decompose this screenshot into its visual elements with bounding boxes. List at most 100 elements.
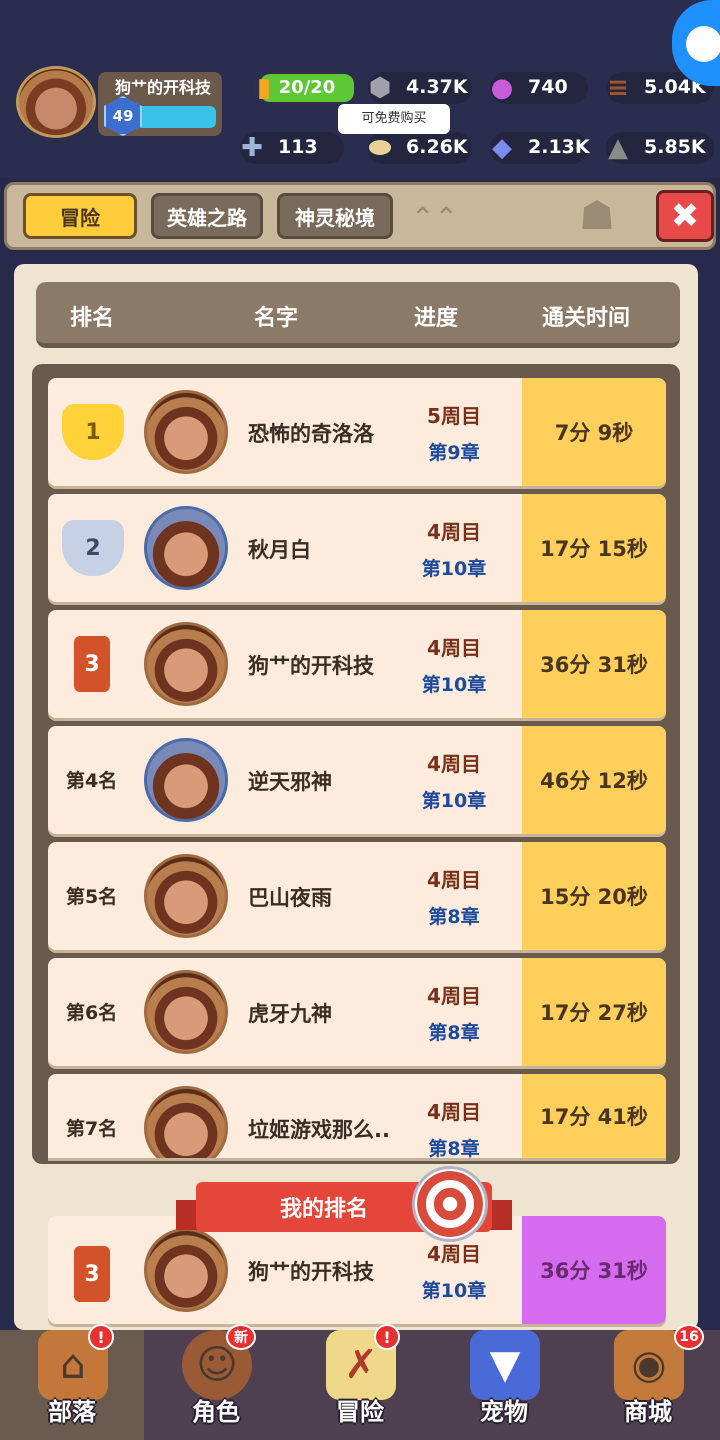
chapter: 第10章 bbox=[421, 1280, 487, 1302]
target-icon bbox=[412, 1166, 488, 1242]
decoration-skull-icon: ☗ bbox=[579, 193, 615, 239]
gem-value: 2.13K bbox=[528, 136, 590, 158]
orb-value: 740 bbox=[528, 76, 568, 98]
stone-value: 4.37K bbox=[406, 76, 468, 98]
player-name: 虎牙九神 bbox=[248, 1002, 332, 1026]
clear-time: 17分 15秒 bbox=[522, 494, 666, 602]
bronze-medal-icon: 3 bbox=[74, 636, 110, 692]
week-count: 4周目 bbox=[427, 636, 481, 660]
ore-resource[interactable]: ▲ 5.85K bbox=[606, 132, 714, 164]
week-count: 4周目 bbox=[427, 1100, 481, 1124]
week-count: 4周目 bbox=[427, 1242, 481, 1266]
week-count: 4周目 bbox=[427, 520, 481, 544]
header-clear-time: 通关时间 bbox=[542, 306, 631, 331]
avatar bbox=[144, 1228, 228, 1312]
gem-icon: ◆ bbox=[492, 133, 512, 163]
egg-value: 6.26K bbox=[406, 136, 468, 158]
nav-shop[interactable]: ◉ 16 商城 bbox=[576, 1324, 720, 1440]
rank-label: 第5名 bbox=[66, 886, 118, 908]
clear-time: 36分 31秒 bbox=[522, 610, 666, 718]
ore-value: 5.85K bbox=[644, 136, 706, 158]
tab-strip: 冒险 英雄之路 神灵秘境 ⌃⌃ ☗ bbox=[4, 182, 716, 250]
adventure-alert-badge: ! bbox=[374, 1324, 400, 1350]
bottom-nav: ⌂ ! 部落 ☺ 新 角色 ✗ ! 冒险 ▼ 宠物 ◉ 16 商城 bbox=[0, 1324, 720, 1440]
week-count: 4周目 bbox=[427, 752, 481, 776]
pet-wolf-icon: ▼ bbox=[470, 1330, 540, 1400]
chapter: 第10章 bbox=[421, 674, 487, 696]
tribe-alert-badge: ! bbox=[88, 1324, 114, 1350]
player-name: 狗艹的开科技 bbox=[248, 1260, 374, 1284]
player-name: 恐怖的奇洛洛 bbox=[248, 422, 374, 446]
decoration-bones-icon: ⌃⌃ bbox=[411, 201, 458, 234]
orb-resource[interactable]: ● 740 bbox=[490, 72, 588, 104]
table-row[interactable]: 第6名 虎牙九神 4周目 第8章 17分 27秒 bbox=[48, 958, 666, 1066]
shop-bag-icon: ◉ bbox=[614, 1330, 684, 1400]
week-count: 5周目 bbox=[427, 404, 481, 428]
shop-count-badge: 16 bbox=[674, 1324, 704, 1350]
player-name: 秋月白 bbox=[248, 538, 311, 562]
clear-time: 46分 12秒 bbox=[522, 726, 666, 834]
chapter: 第10章 bbox=[421, 558, 487, 580]
tab-spirit-realm[interactable]: 神灵秘境 bbox=[277, 193, 393, 239]
player-avatar[interactable] bbox=[16, 66, 96, 138]
tab-hero-road[interactable]: 英雄之路 bbox=[151, 193, 263, 239]
table-row[interactable]: 第7名 垃姬游戏那么.. 4周目 第8章 17分 41秒 bbox=[48, 1074, 666, 1158]
bone-value: 113 bbox=[278, 136, 318, 158]
player-name: 狗艹的开科技 bbox=[114, 78, 211, 97]
week-count: 4周目 bbox=[427, 868, 481, 892]
table-row[interactable]: 1 恐怖的奇洛洛 5周目 第9章 7分 9秒 bbox=[48, 378, 666, 486]
nav-role[interactable]: ☺ 新 角色 bbox=[144, 1324, 288, 1440]
avatar bbox=[144, 506, 228, 590]
nav-pet[interactable]: ▼ 宠物 bbox=[432, 1330, 576, 1440]
gem-resource[interactable]: ◆ 2.13K bbox=[490, 132, 590, 164]
clear-time: 17分 41秒 bbox=[522, 1074, 666, 1158]
avatar bbox=[144, 854, 228, 938]
close-button[interactable]: ✖ bbox=[656, 190, 714, 242]
nav-tribe[interactable]: ⌂ ! 部落 bbox=[0, 1324, 144, 1440]
table-row[interactable]: 3 狗艹的开科技 4周目 第10章 36分 31秒 bbox=[48, 610, 666, 718]
my-rank-row[interactable]: 3 狗艹的开科技 4周目 第10章 36分 31秒 bbox=[48, 1216, 666, 1324]
avatar bbox=[144, 1086, 228, 1158]
stone-icon: ⬢ bbox=[368, 73, 392, 103]
bone-icon: ✚ bbox=[241, 133, 263, 163]
nav-pet-label: 宠物 bbox=[480, 1398, 528, 1426]
energy-battery-icon: ▮ bbox=[256, 73, 272, 103]
toggle-icon bbox=[686, 26, 720, 62]
clear-time: 36分 31秒 bbox=[522, 1216, 666, 1324]
table-row[interactable]: 2 秋月白 4周目 第10章 17分 15秒 bbox=[48, 494, 666, 602]
player-name: 垃姬游戏那么.. bbox=[248, 1118, 390, 1142]
table-row[interactable]: 第4名 逆天邪神 4周目 第10章 46分 12秒 bbox=[48, 726, 666, 834]
player-name: 巴山夜雨 bbox=[248, 886, 332, 910]
chapter: 第8章 bbox=[428, 1022, 480, 1044]
egg-icon: ⬬ bbox=[368, 132, 392, 163]
nav-role-label: 角色 bbox=[192, 1398, 240, 1426]
avatar bbox=[144, 738, 228, 822]
table-row[interactable]: 第5名 巴山夜雨 4周目 第8章 15分 20秒 bbox=[48, 842, 666, 950]
role-new-badge: 新 bbox=[226, 1324, 256, 1350]
ore-icon: ▲ bbox=[608, 133, 628, 163]
nav-adventure[interactable]: ✗ ! 冒险 bbox=[288, 1324, 432, 1440]
xp-bar bbox=[140, 106, 216, 128]
energy-resource[interactable]: 20/20 ▮ bbox=[252, 72, 356, 104]
rank-label: 第6名 bbox=[66, 1002, 118, 1024]
stone-resource[interactable]: ⬢ 4.37K bbox=[368, 72, 472, 104]
week-count: 4周目 bbox=[427, 984, 481, 1008]
rank-label: 第7名 bbox=[66, 1118, 118, 1140]
chapter: 第9章 bbox=[428, 442, 480, 464]
free-purchase-tooltip: 可免费购买 bbox=[338, 104, 450, 134]
tab-adventure[interactable]: 冒险 bbox=[23, 193, 137, 239]
bone-resource[interactable]: ✚ 113 bbox=[240, 132, 344, 164]
nav-tribe-label: 部落 bbox=[48, 1398, 96, 1426]
egg-resource[interactable]: ⬬ 6.26K bbox=[368, 132, 472, 164]
chapter: 第8章 bbox=[428, 906, 480, 928]
rank-label: 第4名 bbox=[66, 770, 118, 792]
header-name: 名字 bbox=[254, 306, 299, 331]
avatar bbox=[144, 622, 228, 706]
nav-adventure-label: 冒险 bbox=[336, 1398, 384, 1426]
clear-time: 7分 9秒 bbox=[522, 378, 666, 486]
chapter: 第10章 bbox=[421, 790, 487, 812]
clear-time: 15分 20秒 bbox=[522, 842, 666, 950]
player-name: 逆天邪神 bbox=[248, 770, 332, 794]
clear-time: 17分 27秒 bbox=[522, 958, 666, 1066]
gold-trophy-icon: 1 bbox=[62, 404, 124, 460]
